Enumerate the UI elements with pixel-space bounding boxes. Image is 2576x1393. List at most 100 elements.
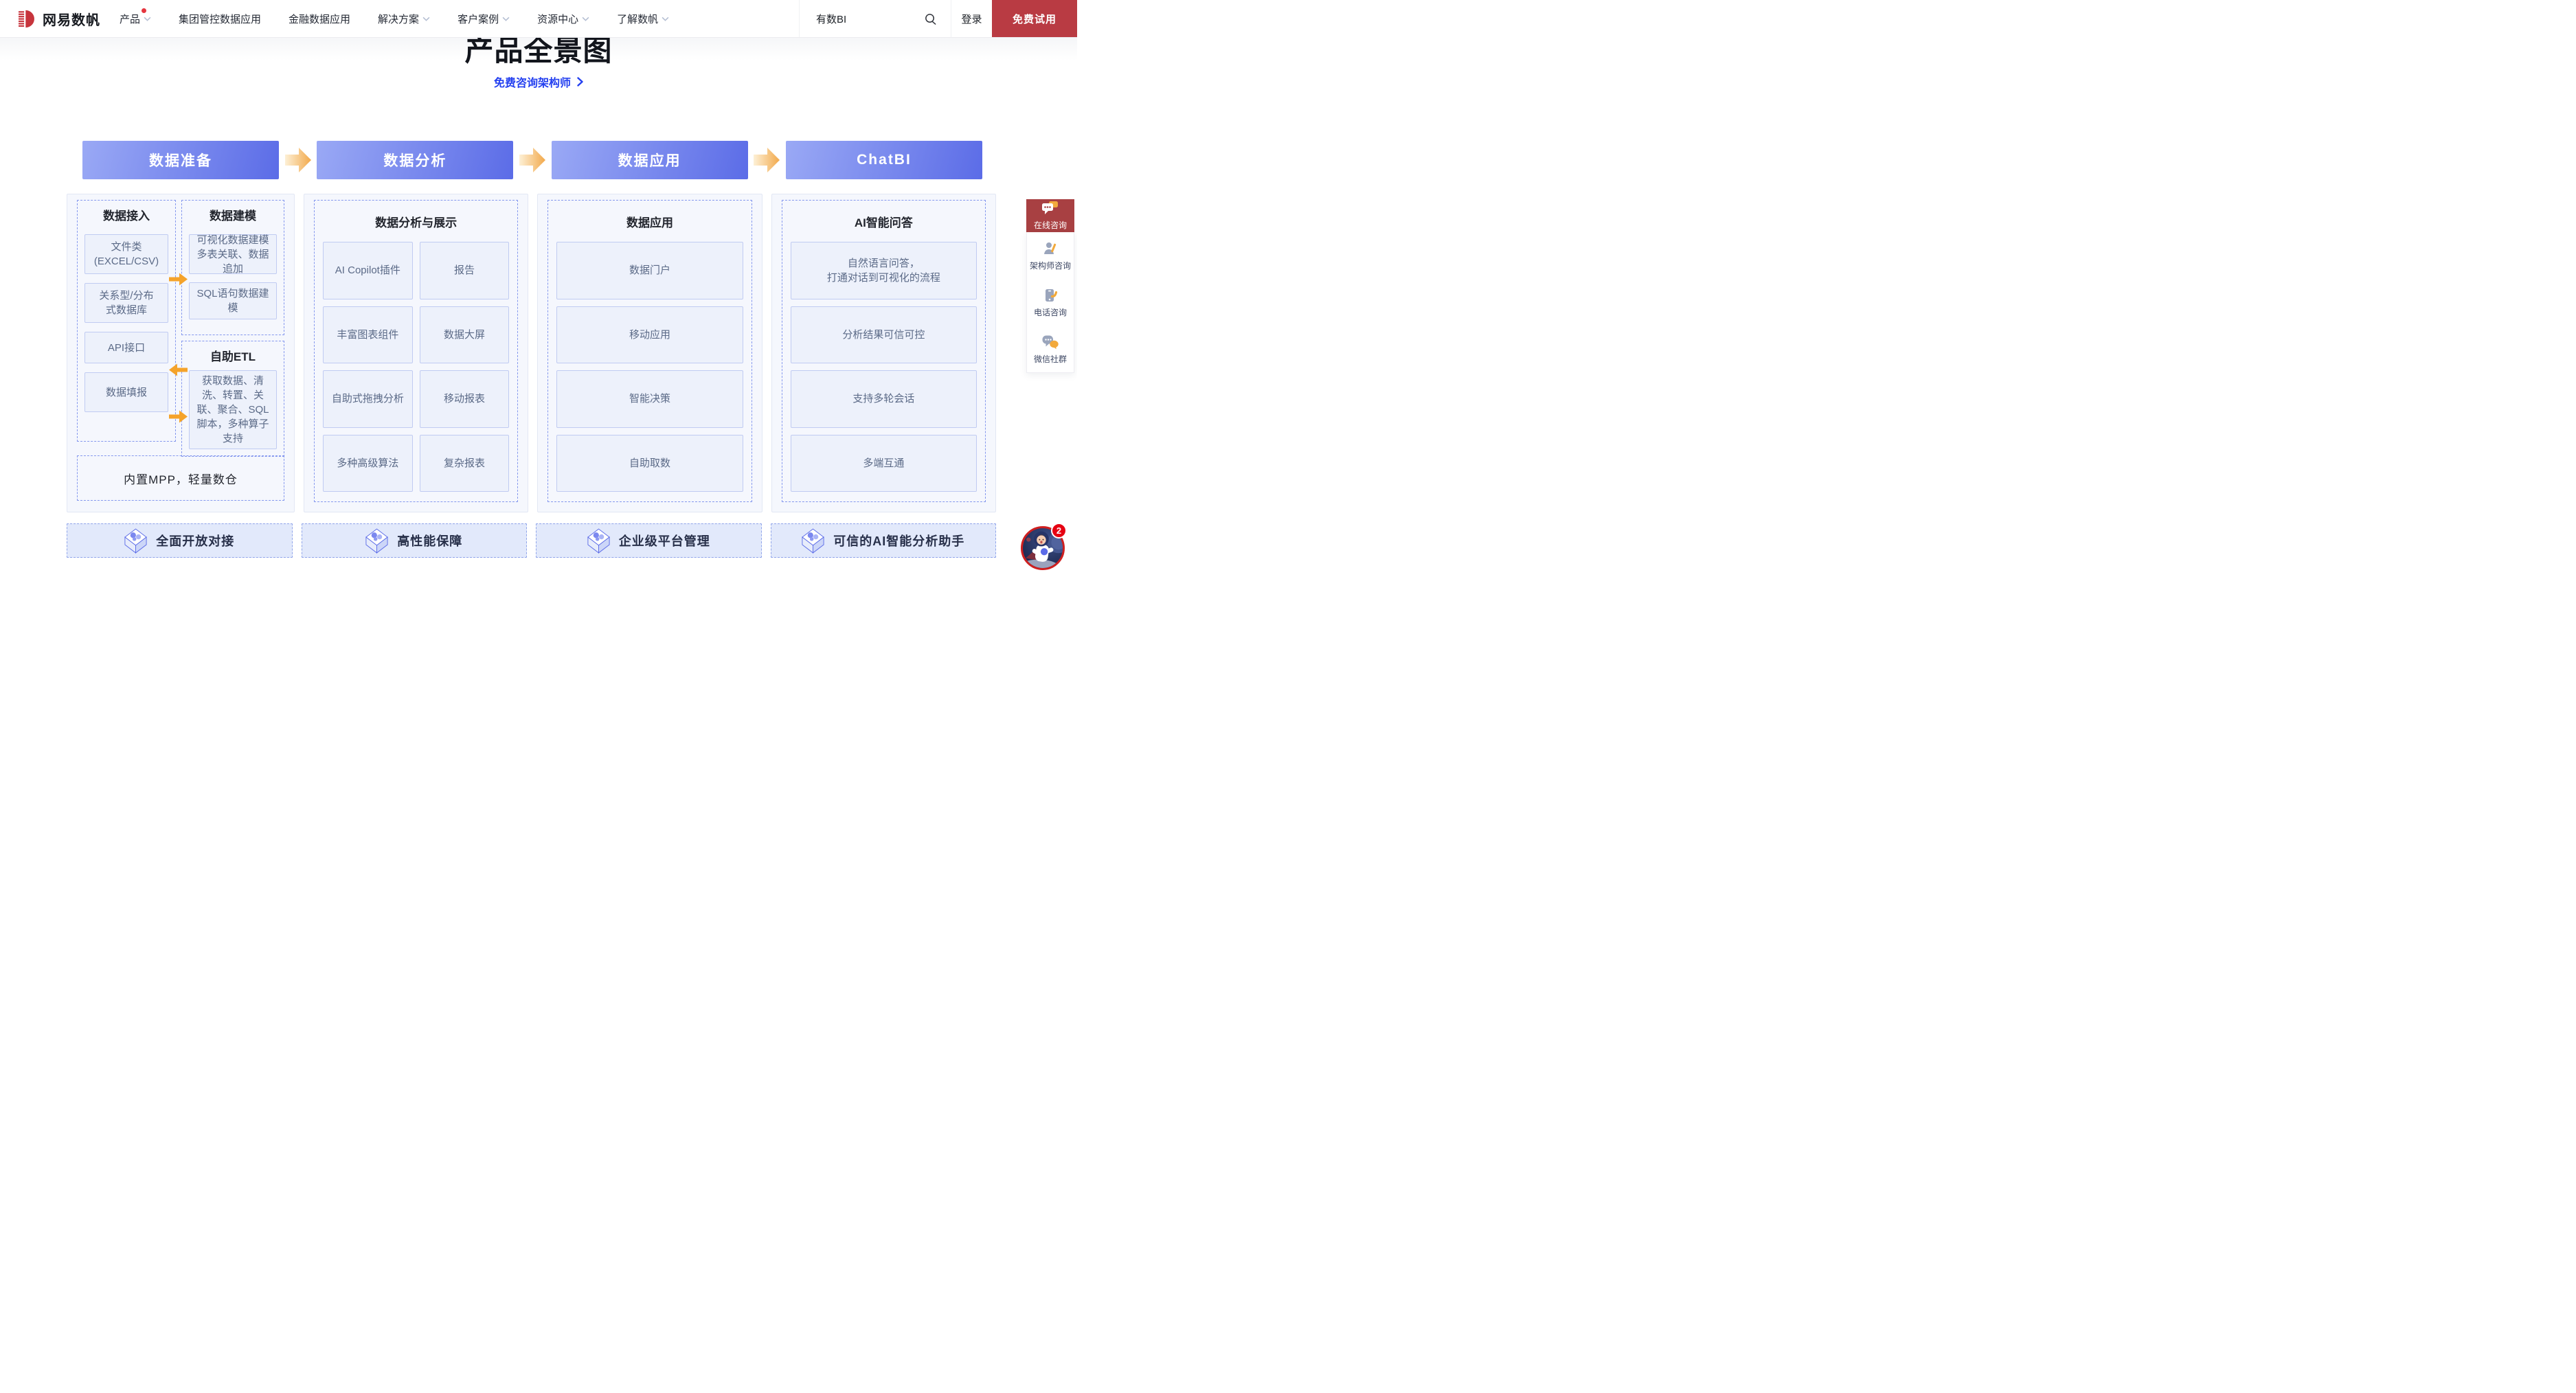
application-list: 数据门户 移动应用 智能决策 自助取数 [556,242,743,492]
chevron-right-icon [577,77,583,87]
badge-enterprise-management: 企业级平台管理 [536,523,762,558]
nav-item-about[interactable]: 了解数帆 [603,0,683,37]
search-value: 有数BI [816,12,924,26]
panel-row: 数据接入 文件类 (EXCEL/CSV) 关系型/分布 式数据库 API接口 数… [67,194,996,512]
data-prep-columns: 数据接入 文件类 (EXCEL/CSV) 关系型/分布 式数据库 API接口 数… [77,200,284,442]
nav-item-solutions[interactable]: 解决方案 [364,0,444,37]
item-sql-modeling: SQL语句数据建模 [189,282,277,319]
badge-trusted-ai: 可信的AI智能分析助手 [771,523,997,558]
nav-item-label: 金融数据应用 [289,12,350,26]
flow-arrow-cell [513,146,551,174]
brand-logo[interactable]: 网易数帆 [19,9,100,29]
phone-icon [1042,287,1059,304]
item-multi-turn: 支持多轮会话 [791,370,977,428]
item-smart-decision: 智能决策 [556,370,743,428]
sidebar-item-label: 微信社群 [1034,353,1067,365]
cube-icon [802,528,824,554]
etl-flow-arrow-right-icon [169,410,188,423]
group-title: 数据建模 [189,209,277,224]
item-chart-components: 丰富图表组件 [323,306,413,364]
feature-badge-row: 全面开放对接 高性能保障 企业级平台管理 [67,523,996,558]
consult-architect-link[interactable]: 免费咨询架构师 [0,73,1077,90]
panel-data-analysis: 数据分析与展示 AI Copilot插件 报告 丰富图表组件 数据大屏 自助式拖… [304,194,528,512]
flow-arrow-cell [748,146,786,174]
flow-arrow-cell [279,146,317,174]
data-modeling-group: 数据建模 可视化数据建模 多表关联、数据追加 SQL语句数据建模 [181,200,284,335]
nav-item-label: 资源中心 [537,12,578,26]
panel-chatbi: AI智能问答 自然语言问答， 打通对话到可视化的流程 分析结果可信可控 支持多轮… [771,194,996,512]
nav-item-group-data-app[interactable]: 集团管控数据应用 [165,0,275,37]
consult-sidebar: 在线咨询 架构师咨询 电话咨询 [1026,199,1074,373]
item-data-reporting: 数据填报 [84,372,168,412]
nav-item-label: 产品 [120,12,140,26]
data-access-group: 数据接入 文件类 (EXCEL/CSV) 关系型/分布 式数据库 API接口 数… [77,200,176,442]
nav-item-products[interactable]: 产品 [106,0,165,37]
item-mobile-report: 移动报表 [420,370,510,428]
stage-label: ChatBI [857,152,912,168]
group-title: 自助ETL [189,350,277,365]
nav-item-label: 集团管控数据应用 [179,12,261,26]
stage-label: 数据准备 [149,150,212,170]
item-data-screen: 数据大屏 [420,306,510,364]
login-link[interactable]: 登录 [951,0,992,37]
sidebar-item-phone-consult[interactable]: 电话咨询 [1027,279,1074,326]
flow-arrow-icon [519,146,545,174]
group-title: AI智能问答 [791,216,977,231]
item-mpp-warehouse: 内置MPP，轻量数仓 [77,455,284,501]
stage-data-analysis: 数据分析 [317,141,513,179]
group-title: 数据接入 [84,209,168,224]
item-file-source: 文件类 (EXCEL/CSV) [84,234,168,274]
item-ai-copilot: AI Copilot插件 [323,242,413,299]
sidebar-item-wechat-group[interactable]: 微信社群 [1027,326,1074,372]
item-trustworthy-results: 分析结果可信可控 [791,306,977,364]
nav-item-customer-cases[interactable]: 客户案例 [444,0,523,37]
wechat-icon [1042,334,1059,350]
cube-icon [124,528,147,554]
free-trial-button[interactable]: 免费试用 [992,0,1077,37]
search-box[interactable]: 有数BI [799,0,951,37]
chevron-down-icon [582,16,589,21]
sidebar-item-architect-consult[interactable]: 架构师咨询 [1027,232,1074,279]
architect-icon [1042,240,1059,257]
consult-architect-label: 免费咨询架构师 [494,73,571,90]
nav-right-cluster: 有数BI 登录 免费试用 [799,0,1077,37]
flow-arrow-icon [754,146,780,174]
flow-arrow-icon [285,146,311,174]
item-relational-db: 关系型/分布 式数据库 [84,283,168,323]
item-self-service-data: 自助取数 [556,435,743,492]
mpp-label: 内置MPP，轻量数仓 [124,470,238,487]
item-mobile-app: 移动应用 [556,306,743,364]
chevron-down-icon [662,16,669,21]
page: 产品全景图 免费咨询架构师 数据准备 数据分析 数据应用 ChatBI 数据接入… [0,0,1077,582]
group-title: 数据分析与展示 [323,216,509,231]
unread-count-badge: 2 [1051,523,1067,539]
flow-stage-row: 数据准备 数据分析 数据应用 ChatBI [82,141,982,179]
nav-item-label: 客户案例 [457,12,499,26]
chat-assistant-avatar[interactable]: 2 [1021,526,1065,570]
sidebar-item-label: 架构师咨询 [1030,260,1071,271]
item-data-portal: 数据门户 [556,242,743,299]
sidebar-item-online-consult[interactable]: 在线咨询 [1026,199,1074,232]
nav-item-finance-data-app[interactable]: 金融数据应用 [275,0,364,37]
cube-icon [587,528,610,554]
stage-data-prep: 数据准备 [82,141,279,179]
nav-item-resource-center[interactable]: 资源中心 [523,0,603,37]
stage-chatbi: ChatBI [786,141,982,179]
nav-item-label: 解决方案 [378,12,419,26]
sidebar-item-label: 在线咨询 [1034,219,1067,231]
brand-logo-icon [19,10,37,28]
badge-high-performance: 高性能保障 [302,523,528,558]
search-icon[interactable] [924,12,937,25]
item-etl-description: 获取数据、清洗、转置、关联、聚合、SQL脚本，多种算子支持 [189,370,277,449]
etl-flow-arrow-left-icon [169,363,188,376]
self-etl-group: 自助ETL 获取数据、清洗、转置、关联、聚合、SQL脚本，多种算子支持 [181,341,284,457]
application-group: 数据应用 数据门户 移动应用 智能决策 自助取数 [547,200,752,502]
analysis-group: 数据分析与展示 AI Copilot插件 报告 丰富图表组件 数据大屏 自助式拖… [314,200,518,502]
etl-flow-arrow-right-icon [169,273,188,286]
panel-data-application: 数据应用 数据门户 移动应用 智能决策 自助取数 [537,194,762,512]
badge-label: 可信的AI智能分析助手 [833,532,964,550]
top-nav: 网易数帆 产品 集团管控数据应用 金融数据应用 解决方案 客户案例 资源中心 [0,0,1077,38]
chevron-down-icon [144,16,151,21]
item-advanced-algorithms: 多种高级算法 [323,435,413,492]
stage-data-application: 数据应用 [552,141,748,179]
